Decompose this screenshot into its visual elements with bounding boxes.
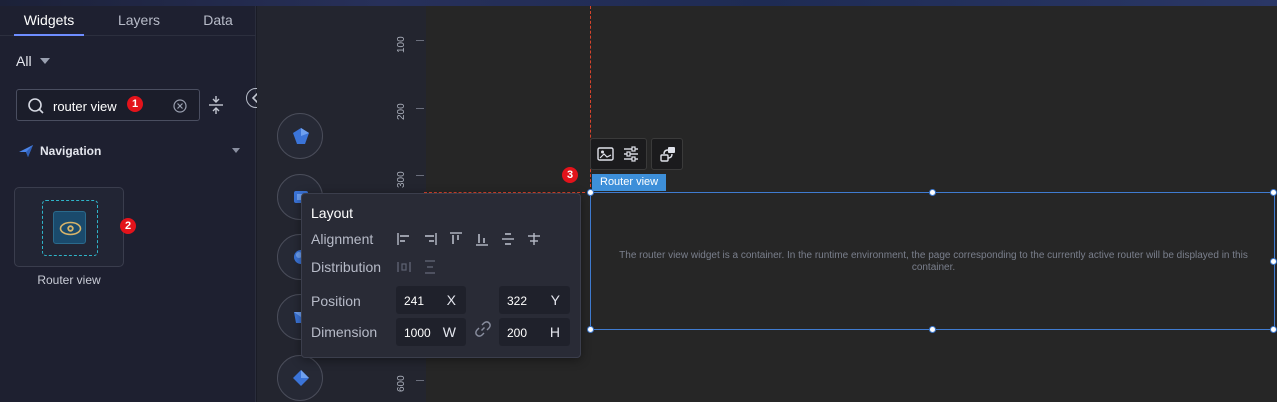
selection-toolbar [590, 138, 647, 170]
resize-handle-bottom-right[interactable] [1270, 326, 1277, 333]
ruler-tick [416, 380, 424, 381]
ruler-tick [416, 175, 424, 176]
dimension-height-value: 200 [507, 326, 528, 340]
widget-thumbnail [42, 200, 98, 256]
align-right-icon[interactable] [422, 231, 438, 247]
category-label: Navigation [40, 144, 102, 158]
position-y-field[interactable]: 322 Y [499, 286, 570, 314]
widgets-panel: Widgets Layers Data All Navigation [0, 6, 256, 402]
chevron-down-icon [232, 148, 240, 153]
navigation-icon [19, 145, 33, 157]
widget-label: Router view [37, 273, 101, 287]
clear-icon[interactable] [173, 99, 187, 113]
layout-title: Layout [311, 205, 354, 221]
resize-handle-bottom[interactable] [929, 326, 936, 333]
align-center-vertical-icon[interactable] [500, 231, 516, 247]
filter-label: All [16, 53, 32, 69]
step-badge-3: 3 [562, 167, 578, 183]
eye-icon [53, 211, 86, 244]
position-x-unit: X [446, 292, 456, 308]
ruler-label: 300 [396, 171, 407, 188]
dimension-width-value: 1000 [404, 326, 431, 340]
router-view-description: The router view widget is a container. I… [619, 250, 1248, 273]
lock-aspect-ratio-icon[interactable] [475, 321, 491, 337]
search-input[interactable] [53, 96, 173, 116]
dimension-height-unit: H [549, 324, 560, 340]
position-x-value: 241 [404, 294, 425, 308]
strip-item-1[interactable] [277, 113, 323, 159]
component-icon [293, 370, 309, 386]
router-view-widget-card[interactable] [14, 187, 124, 267]
sort-adjust-icon[interactable] [208, 96, 224, 114]
image-settings-icon[interactable] [597, 147, 614, 161]
dimension-height-field[interactable]: 200 H [499, 318, 570, 346]
ruler-label: 600 [396, 375, 407, 392]
category-navigation[interactable]: Navigation [18, 141, 240, 161]
align-bottom-icon[interactable] [474, 231, 490, 247]
position-label: Position [311, 293, 361, 309]
ruler-label: 100 [396, 36, 407, 53]
ruler-tick [416, 40, 424, 41]
dimension-label: Dimension [311, 324, 378, 340]
step-badge-2: 2 [120, 218, 136, 234]
align-top-icon[interactable] [448, 231, 464, 247]
align-left-icon[interactable] [396, 231, 412, 247]
resize-handle-top[interactable] [929, 189, 936, 196]
dimension-width-field[interactable]: 1000 W [396, 318, 466, 346]
route-link-icon[interactable] [659, 145, 677, 163]
position-y-unit: Y [550, 292, 560, 308]
resize-handle-right[interactable] [1270, 258, 1277, 265]
panel-tabs: Widgets Layers Data [0, 6, 256, 36]
distribute-vertical-icon[interactable] [422, 259, 438, 275]
ruler-label: 200 [396, 103, 407, 120]
selection-toolbar-link [651, 138, 683, 170]
position-x-field[interactable]: 241 X [396, 286, 466, 314]
selection-label: Router view [592, 174, 667, 191]
distribute-horizontal-icon[interactable] [396, 259, 412, 275]
sliders-icon[interactable] [623, 146, 639, 162]
component-icon [293, 128, 309, 144]
tab-data[interactable]: Data [184, 6, 252, 36]
resize-handle-bottom-left[interactable] [587, 326, 594, 333]
layout-popup: Layout Alignment Distribution Position 2… [301, 193, 581, 358]
category-filter-dropdown[interactable]: All [16, 53, 50, 69]
ruler-tick [416, 108, 424, 109]
widget-search-box[interactable] [16, 89, 200, 121]
tab-layers[interactable]: Layers [104, 6, 174, 36]
router-view-container[interactable]: The router view widget is a container. I… [590, 192, 1275, 330]
dimension-width-unit: W [442, 324, 456, 340]
resize-handle-top-left[interactable] [587, 189, 594, 196]
strip-item-5[interactable] [277, 355, 323, 401]
caret-down-icon [39, 58, 50, 64]
align-center-horizontal-icon[interactable] [526, 231, 542, 247]
alignment-label: Alignment [311, 231, 374, 247]
distribution-label: Distribution [311, 259, 382, 275]
position-y-value: 322 [507, 294, 528, 308]
tab-widgets[interactable]: Widgets [14, 6, 84, 36]
step-badge-1: 1 [127, 96, 143, 112]
search-icon [28, 98, 44, 114]
resize-handle-top-right[interactable] [1270, 189, 1277, 196]
